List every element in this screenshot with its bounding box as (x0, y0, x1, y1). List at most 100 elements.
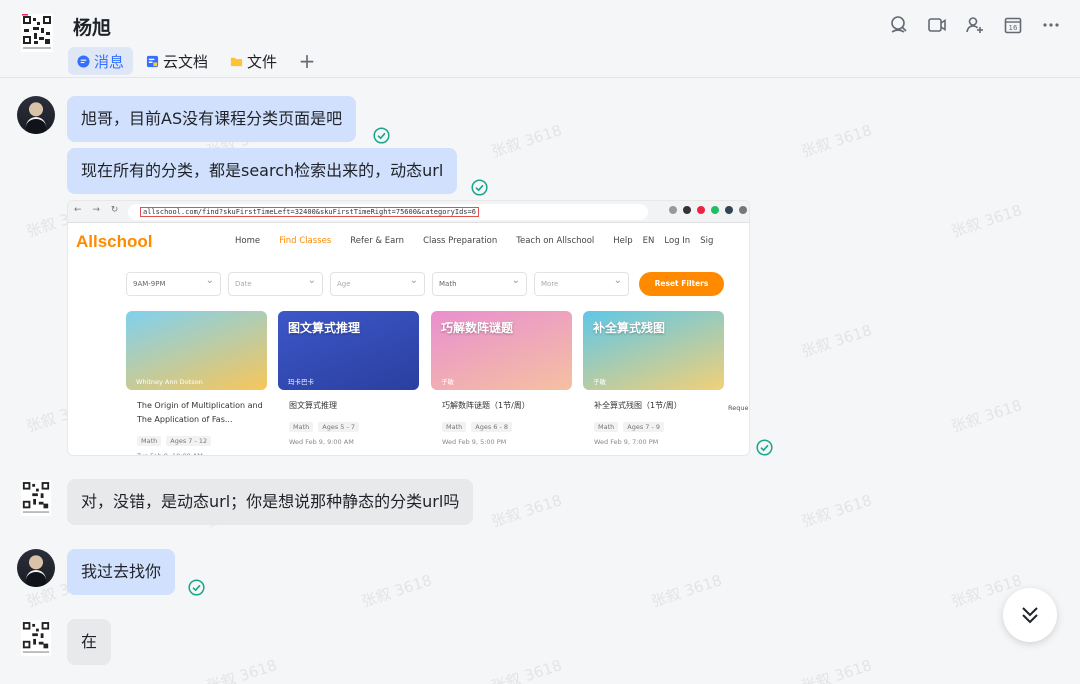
subject-tag: Math (594, 422, 619, 432)
header-actions: 16 (872, 14, 1062, 36)
filter-select: 9AM-9PM (126, 270, 221, 296)
video-call-button[interactable] (926, 14, 948, 36)
tab-label: 云文档 (163, 52, 209, 71)
cloud-doc-icon (146, 55, 159, 67)
filter-select: More (534, 270, 629, 296)
nav-link: EN (642, 236, 655, 246)
avatar-other[interactable] (21, 620, 51, 656)
class-thumbnail: Whitney Ann Dotson (126, 311, 267, 390)
video-call-icon (928, 18, 946, 32)
tab-label: 消息 (94, 52, 125, 71)
teacher-name: Whitney Ann Dotson (136, 378, 203, 386)
group-qr-avatar[interactable] (21, 14, 53, 52)
class-tags: Math Ages 6 - 8 (431, 422, 572, 432)
tab-messages[interactable]: 消息 (68, 47, 134, 75)
browser-nav-icons: ← → ↻ (74, 205, 123, 215)
thumbnail-title: 补全算式残图 (593, 321, 666, 335)
filter-select: Math (432, 270, 527, 296)
search-chat-icon (891, 16, 907, 33)
teacher-name: 玛卡巴卡 (288, 378, 314, 386)
class-title: The Origin of Multiplication and The App… (137, 401, 263, 424)
tab-label: 文件 (247, 52, 278, 71)
tab-cloud-docs[interactable]: 云文档 (137, 47, 217, 75)
class-title: 补全算式残图（1节/周） (594, 401, 682, 410)
message-bubble-icon (77, 54, 90, 68)
filter-select: Date (228, 270, 323, 296)
message-bubble[interactable]: 现在所有的分类，都是search检索出来的，动态url (67, 148, 458, 194)
message-bubble[interactable]: 对，没错，是动态url；你是想说那种静态的分类url吗 (67, 479, 474, 525)
url-text: allschool.com/find?skuFirstTimeLeft=3240… (140, 207, 479, 217)
class-tags: Math Ages 7 - 12 (126, 436, 267, 446)
filter-select: Age (330, 270, 425, 296)
side-text: Reque (728, 404, 749, 412)
more-icon (1043, 23, 1059, 27)
class-date: Wed Feb 9, 5:00 PM (442, 438, 507, 446)
thumbnail-title: 图文算式推理 (288, 321, 361, 335)
add-tab-button[interactable]: + (296, 49, 318, 73)
class-thumbnail: 巧解数阵谜题 子敏 (431, 311, 572, 390)
search-chat-button[interactable] (888, 14, 910, 36)
class-tags: Math Ages 5 - 7 (278, 422, 419, 432)
add-member-icon (966, 17, 983, 33)
nav-link: Sig (700, 236, 714, 246)
tab-files[interactable]: 文件 (221, 47, 286, 75)
age-tag: Ages 7 - 9 (623, 422, 665, 432)
age-tag: Ages 5 - 7 (318, 422, 360, 432)
site-nav-links: Home Find Classes Refer & Earn Class Pre… (235, 236, 732, 246)
class-card: Whitney Ann Dotson The Origin of Multipl… (126, 311, 267, 456)
nav-link: Find Classes (279, 236, 332, 246)
subject-tag: Math (442, 422, 467, 432)
class-date: Wed Feb 9, 7:00 PM (594, 438, 659, 446)
double-chevron-down-icon (1022, 607, 1038, 624)
subject-tag: Math (289, 422, 314, 432)
class-date: Wed Feb 9, 9:00 AM (289, 438, 354, 446)
browser-url: allschool.com/find?skuFirstTimeLeft=3240… (128, 204, 648, 220)
class-tags: Math Ages 7 - 9 (583, 422, 724, 432)
class-card: 补全算式残图 子敏 补全算式残图（1节/周） Math Ages 7 - 9 W… (583, 311, 724, 446)
calendar-button[interactable]: 16 (1002, 14, 1024, 36)
teacher-name: 子敏 (441, 378, 454, 386)
read-check-icon (188, 579, 205, 596)
folder-icon (230, 57, 243, 66)
class-card: 图文算式推理 玛卡巴卡 图文算式推理 Math Ages 5 - 7 Wed F… (278, 311, 419, 446)
class-card: 巧解数阵谜题 子敏 巧解数阵谜题（1节/周） Math Ages 6 - 8 W… (431, 311, 572, 446)
reset-filters-button: Reset Filters (639, 272, 724, 296)
message-bubble[interactable]: 我过去找你 (67, 549, 176, 595)
subject-tag: Math (137, 436, 162, 446)
read-check-icon (471, 179, 488, 196)
thumbnail-title: 巧解数阵谜题 (441, 321, 514, 335)
nav-link: Log In (664, 236, 691, 246)
site-logo: Allschool (76, 232, 153, 251)
age-tag: Ages 7 - 12 (166, 436, 212, 446)
read-check-icon (756, 439, 773, 456)
avatar-me[interactable] (17, 549, 55, 587)
class-title: 巧解数阵谜题（1节/周） (442, 401, 530, 410)
site-filters: 9AM-9PM Date Age Math More (126, 270, 636, 296)
chat-title: 杨旭 (73, 17, 112, 39)
class-thumbnail: 补全算式残图 子敏 (583, 311, 724, 390)
avatar-other[interactable] (21, 480, 51, 516)
add-member-button[interactable] (964, 14, 986, 36)
nav-link: Help (613, 236, 633, 246)
browser-toolbar: ← → ↻ allschool.com/find?skuFirstTimeLef… (68, 201, 749, 223)
nav-link: Refer & Earn (350, 236, 405, 246)
nav-link: Home (235, 236, 261, 246)
message-bubble[interactable]: 在 (67, 619, 112, 665)
more-button[interactable] (1040, 14, 1062, 36)
browser-ext-icons (663, 206, 747, 214)
calendar-day: 16 (1009, 24, 1018, 32)
chat-tabs: 消息 云文档 文件 + (68, 47, 318, 75)
read-check-icon (373, 127, 390, 144)
nav-link: Teach on Allschool (516, 236, 595, 246)
message-bubble[interactable]: 旭哥，目前AS没有课程分类页面是吧 (67, 96, 357, 142)
message-list[interactable]: 旭哥，目前AS没有课程分类页面是吧 现在所有的分类，都是search检索出来的，… (0, 79, 1080, 684)
nav-link: Class Preparation (423, 236, 498, 246)
avatar-me[interactable] (17, 96, 55, 134)
class-thumbnail: 图文算式推理 玛卡巴卡 (278, 311, 419, 390)
age-tag: Ages 6 - 8 (471, 422, 513, 432)
scroll-to-bottom-button[interactable] (1003, 588, 1057, 642)
message-image[interactable]: ← → ↻ allschool.com/find?skuFirstTimeLef… (67, 200, 750, 456)
site-navbar: Allschool Home Find Classes Refer & Earn… (68, 223, 749, 261)
calendar-icon: 16 (1004, 17, 1022, 34)
class-date: Tue Feb 8, 10:00 AM (137, 452, 203, 456)
